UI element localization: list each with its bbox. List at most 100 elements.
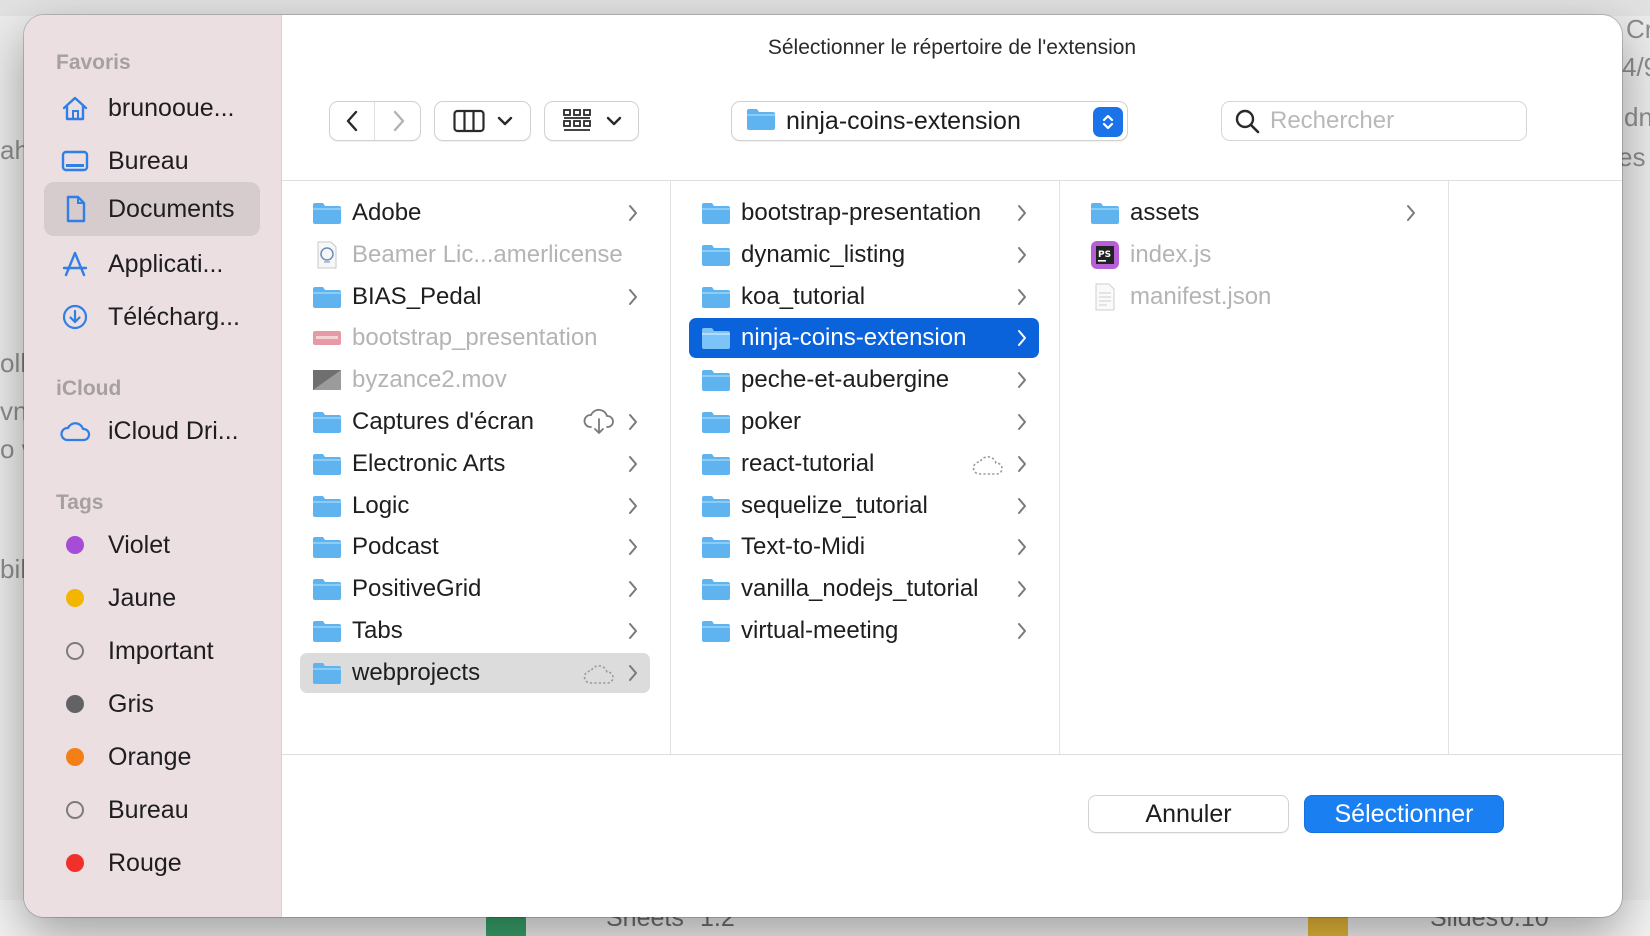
sidebar-tag-violet[interactable]: Violet <box>44 518 260 572</box>
file-row[interactable]: vanilla_nodejs_tutorial <box>689 569 1039 609</box>
chevron-down-icon <box>606 116 621 126</box>
phpstorm-file-icon: PS <box>1090 240 1120 269</box>
folder-icon <box>701 576 731 602</box>
file-row[interactable]: peche-et-aubergine <box>689 360 1039 400</box>
chevron-right-icon <box>1016 370 1028 395</box>
background-text-fragment: Cr <box>1626 14 1650 44</box>
download-icon <box>58 300 92 334</box>
location-popup[interactable]: ninja-coins-extension <box>731 101 1128 141</box>
sidebar-item-documents[interactable]: Documents <box>44 182 260 236</box>
chevron-right-icon <box>1016 579 1028 604</box>
file-row[interactable]: assets <box>1078 193 1428 233</box>
chevron-right-icon <box>1016 203 1028 228</box>
folder-icon <box>701 200 731 226</box>
icloud-icon <box>58 414 92 448</box>
sidebar-tag-gris[interactable]: Gris <box>44 677 260 731</box>
file-row[interactable]: webprojects <box>300 652 650 693</box>
tag-bureau-ring-icon <box>66 801 84 819</box>
sidebar-item-icloud-drive[interactable]: iCloud Dri... <box>44 404 260 458</box>
file-row[interactable]: Electronic Arts <box>300 444 650 484</box>
chevron-right-icon <box>627 454 639 479</box>
file-row-label: index.js <box>1130 240 1212 268</box>
back-button[interactable] <box>330 102 375 140</box>
background-top-strip <box>0 0 1650 16</box>
icloud-status-icon <box>582 662 616 691</box>
sidebar-item-label: brunooue... <box>108 93 235 122</box>
file-row[interactable]: Logic <box>300 486 650 526</box>
file-row-label: peche-et-aubergine <box>741 366 950 394</box>
folder-icon <box>312 493 342 519</box>
file-row[interactable]: Tabs <box>300 611 650 651</box>
chevron-right-icon <box>1016 287 1028 312</box>
icloud-download-icon[interactable] <box>582 407 616 440</box>
sidebar-item-bureau[interactable]: Bureau <box>44 134 260 188</box>
view-mode-button[interactable] <box>434 101 531 141</box>
sidebar-item-applications[interactable]: Applicati... <box>44 237 260 291</box>
sidebar-tag-jaune[interactable]: Jaune <box>44 571 260 625</box>
folder-icon <box>701 367 731 393</box>
sidebar-tag-bureau[interactable]: Bureau <box>44 783 260 837</box>
file-row[interactable]: BIAS_Pedal <box>300 277 650 317</box>
folder-icon <box>701 534 731 560</box>
folder-icon <box>312 200 342 226</box>
file-row[interactable]: Podcast <box>300 527 650 567</box>
file-row[interactable]: Captures d'écran <box>300 402 650 442</box>
chevron-right-icon <box>627 579 639 604</box>
sidebar-item-home[interactable]: brunooue... <box>44 81 260 135</box>
background-text-fragment: dn <box>1624 102 1650 132</box>
main-panel: Sélectionner le répertoire de l'extensio… <box>282 15 1622 917</box>
folder-icon <box>312 660 342 686</box>
dialog-title: Sélectionner le répertoire de l'extensio… <box>767 36 1137 59</box>
license-file-icon <box>312 241 342 269</box>
group-by-button[interactable] <box>544 101 639 141</box>
sidebar-tag-important[interactable]: Important <box>44 624 260 678</box>
sidebar-item-label: Orange <box>108 742 192 771</box>
file-row-label: Electronic Arts <box>352 449 506 477</box>
file-row[interactable]: Text-to-Midi <box>689 527 1039 567</box>
column-browser: Adobe Beamer Lic...amerlicense BIAS_Pedal b… <box>282 180 1622 755</box>
folder-icon <box>312 409 342 435</box>
forward-button[interactable] <box>376 102 421 140</box>
sidebar-tag-orange[interactable]: Orange <box>44 730 260 784</box>
tag-jaune-dot-icon <box>66 589 84 607</box>
tag-gris-dot-icon <box>66 695 84 713</box>
file-row[interactable]: ninja-coins-extension <box>689 318 1039 359</box>
search-input[interactable] <box>1270 107 1510 135</box>
cancel-button[interactable]: Annuler <box>1088 795 1289 833</box>
file-row[interactable]: react-tutorial <box>689 444 1039 484</box>
file-row-label: Text-to-Midi <box>741 533 866 561</box>
nav-buttons <box>329 101 421 141</box>
file-row[interactable]: PositiveGrid <box>300 569 650 609</box>
file-row[interactable]: poker <box>689 402 1039 442</box>
folder-icon <box>746 107 776 136</box>
file-row-label: manifest.json <box>1130 282 1272 310</box>
file-row[interactable]: Adobe <box>300 193 650 233</box>
sidebar-item-telechargements[interactable]: Télécharg... <box>44 290 260 344</box>
file-row[interactable]: koa_tutorial <box>689 277 1039 317</box>
background-text-fragment: bil <box>0 554 27 584</box>
file-row-label: Beamer Lic...amerlicense <box>352 240 623 268</box>
sidebar-tag-rouge[interactable]: Rouge <box>44 836 260 890</box>
folder-icon <box>1090 200 1120 226</box>
file-row-label: Podcast <box>352 533 439 561</box>
file-row[interactable]: sequelize_tutorial <box>689 486 1039 526</box>
file-row: Beamer Lic...amerlicense <box>300 235 650 275</box>
folder-icon <box>312 451 342 477</box>
file-row-label: Tabs <box>352 617 403 644</box>
file-row[interactable]: virtual-meeting <box>689 611 1039 651</box>
file-row[interactable]: bootstrap-presentation <box>689 193 1039 233</box>
slides-icon <box>1308 914 1348 936</box>
search-field[interactable] <box>1221 101 1527 141</box>
location-popup-label: ninja-coins-extension <box>786 106 1021 135</box>
background-text-fragment: oll <box>0 348 27 378</box>
open-panel-dialog: Favoris brunooue... Bureau Documents App… <box>24 15 1622 917</box>
applications-icon <box>58 247 92 281</box>
browser-column-empty <box>1449 181 1556 754</box>
sidebar-item-label: Télécharg... <box>108 302 241 331</box>
background-text-fragment: es p <box>1618 142 1650 172</box>
sidebar-item-label: Important <box>108 636 214 665</box>
select-button[interactable]: Sélectionner <box>1304 795 1504 833</box>
chevron-right-icon <box>627 496 639 521</box>
folder-icon <box>312 284 342 310</box>
file-row[interactable]: dynamic_listing <box>689 235 1039 275</box>
